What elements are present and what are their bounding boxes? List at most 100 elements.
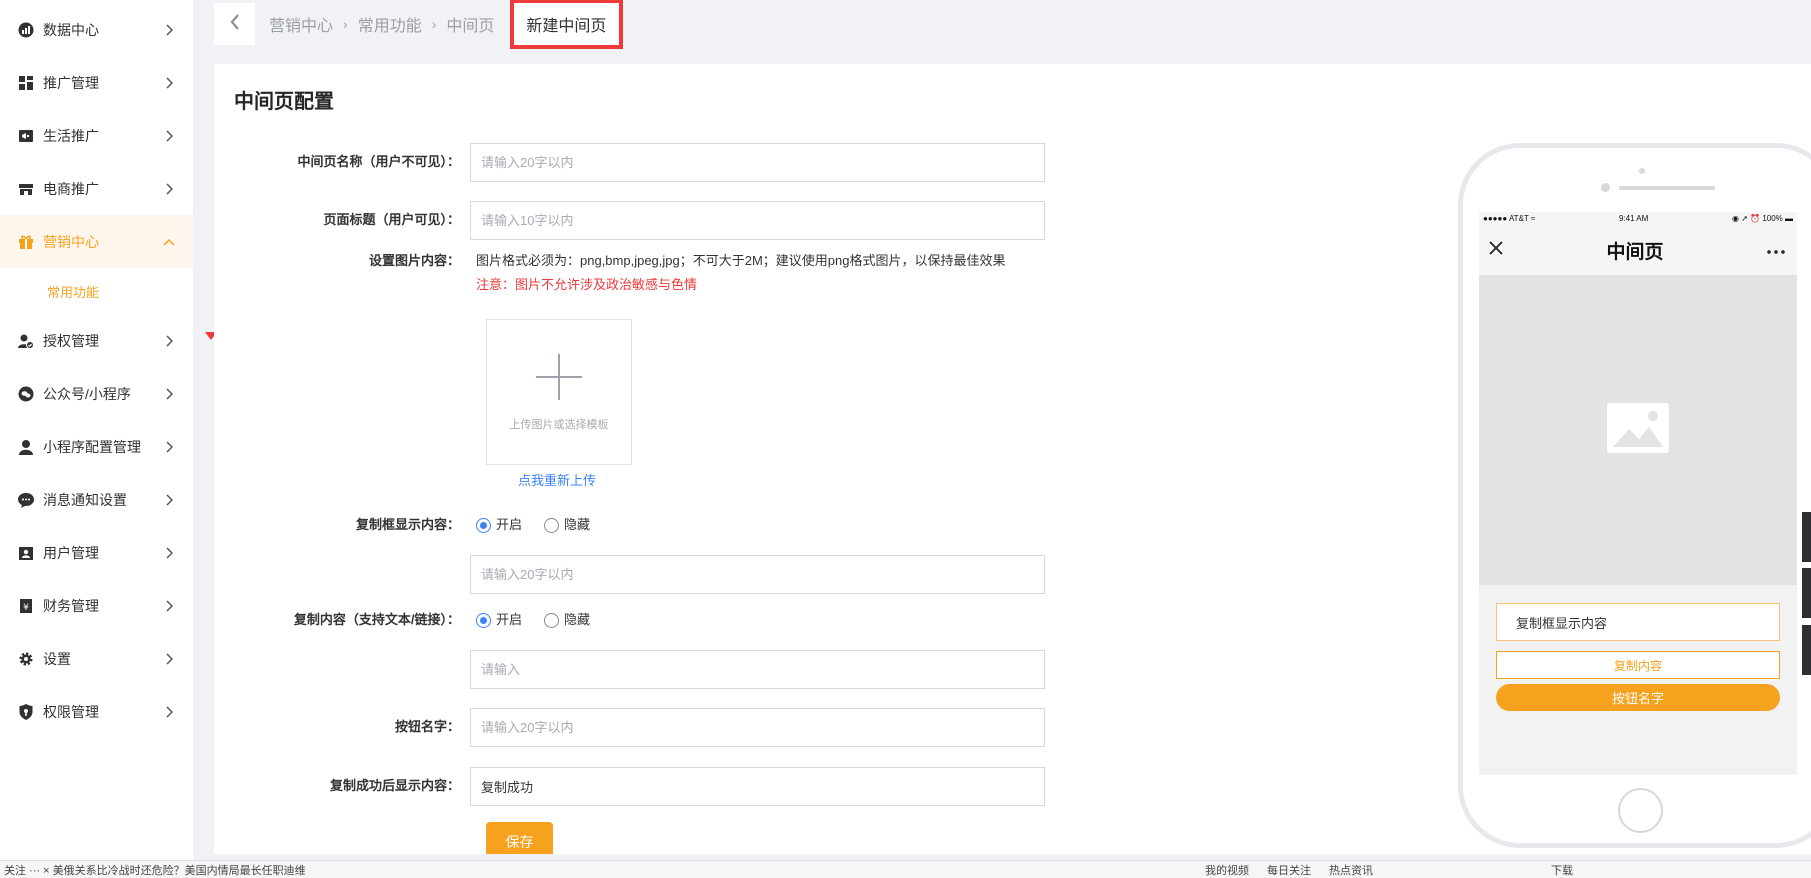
shield-icon [17, 703, 35, 721]
chevron-right-icon [163, 182, 175, 195]
chevron-right-icon [163, 440, 175, 453]
chevron-right-icon [163, 493, 175, 506]
chevron-right-icon [163, 76, 175, 89]
sidebar-item-miniprogram-config[interactable]: 小程序配置管理 [0, 420, 193, 473]
radio-label: 隐藏 [564, 612, 591, 627]
breadcrumb: 营销中心 › 常用功能 › 中间页 新建中间页 [214, 0, 624, 49]
chevron-up-icon [163, 236, 175, 248]
battery-text: ◉ ➚ ⏰ 100% ▬ [1732, 214, 1793, 223]
sidebar-item-label: 电商推广 [43, 180, 99, 197]
user-card-icon [17, 544, 35, 562]
sidebar-item-marketing[interactable]: 营销中心 [0, 215, 193, 268]
chart-pie-icon [17, 21, 35, 39]
sidebar-item-data-center[interactable]: 数据中心 [0, 3, 193, 56]
copy-on-radio[interactable]: 开启 [476, 601, 522, 639]
sidebar-item-users[interactable]: 用户管理 [0, 526, 193, 579]
success-row: 复制成功后显示内容： [214, 767, 1045, 806]
more-icon[interactable] [1767, 241, 1785, 259]
copy-input-row [214, 650, 1045, 689]
side-tab[interactable] [1802, 512, 1811, 562]
chevron-right-icon [163, 705, 175, 718]
taskbar-link[interactable]: 下载 [1551, 862, 1573, 878]
image-notes: 图片格式必须为：png,bmp,jpeg,jpg；不可大于2M；建议使用png格… [470, 249, 1006, 297]
image-format-note: 图片格式必须为：png,bmp,jpeg,jpg；不可大于2M；建议使用png格… [476, 253, 1006, 268]
sidebar-item-label: 用户管理 [43, 544, 99, 561]
radio-unchecked-icon [544, 517, 560, 533]
image-label: 设置图片内容： [368, 253, 460, 268]
chat-bubble-icon [17, 385, 35, 403]
radio-unchecked-icon [544, 612, 560, 628]
name-row: 中间页名称（用户不可见）： [214, 143, 1045, 182]
breadcrumb-trail: 营销中心 › 常用功能 › 中间页 [269, 12, 494, 36]
sidebar-item-label: 小程序配置管理 [43, 438, 141, 455]
reupload-link[interactable]: 点我重新上传 [518, 470, 596, 489]
sidebar-item-label: 数据中心 [43, 21, 99, 38]
taskbar-link[interactable]: 我的视频 [1205, 862, 1249, 878]
sidebar-item-label: 授权管理 [43, 332, 99, 349]
radio-checked-icon [476, 517, 491, 533]
wallet-icon: ¥ [17, 597, 35, 615]
breadcrumb-item[interactable]: 营销中心 [269, 12, 333, 36]
sidebar-item-label: 营销中心 [43, 233, 99, 250]
back-button[interactable] [214, 3, 255, 45]
copybox-off-radio[interactable]: 隐藏 [544, 506, 590, 544]
page-title: 中间页配置 [234, 91, 334, 113]
sidebar-item-settings[interactable]: 设置 [0, 632, 193, 685]
carrier-text: ●●●●● AT&T ≈ [1483, 214, 1536, 223]
copybox-label: 复制框显示内容： [355, 517, 460, 532]
phone-preview: ●●●●● AT&T ≈ 9:41 AM ◉ ➚ ⏰ 100% ▬ 中间页 复制… [1458, 143, 1811, 848]
message-icon [17, 491, 35, 509]
page-title-label: 页面标题（用户可见）： [323, 212, 460, 227]
side-tab[interactable] [1802, 568, 1811, 618]
copybox-on-radio[interactable]: 开启 [476, 506, 522, 544]
sidebar: 数据中心 推广管理 生活推广 电商推广 营销中心 常用功能 授权管理 公众号/小… [0, 0, 193, 860]
megaphone-icon [17, 127, 35, 145]
home-button-icon [1618, 788, 1663, 833]
image-upload-box[interactable]: 上传图片或选择模板 [486, 319, 632, 465]
chevron-right-icon [163, 334, 175, 347]
name-label: 中间页名称（用户不可见）： [297, 154, 460, 169]
breadcrumb-item[interactable]: 常用功能 [358, 12, 422, 36]
sidebar-item-notification[interactable]: 消息通知设置 [0, 473, 193, 526]
copy-content-input[interactable] [470, 650, 1045, 689]
upload-hint: 上传图片或选择模板 [509, 418, 609, 431]
speaker-grille [1619, 186, 1715, 190]
sidebar-item-label: 财务管理 [43, 597, 99, 614]
sidebar-item-life[interactable]: 生活推广 [0, 109, 193, 162]
sidebar-item-label: 公众号/小程序 [43, 385, 131, 402]
sidebar-item-permissions[interactable]: 权限管理 [0, 685, 193, 738]
sidebar-item-official-account[interactable]: 公众号/小程序 [0, 367, 193, 420]
sidebar-item-label: 消息通知设置 [43, 491, 127, 508]
sidebar-item-auth[interactable]: 授权管理 [0, 314, 193, 367]
close-icon[interactable] [1489, 240, 1503, 260]
taskbar-link[interactable]: 热点资讯 [1329, 862, 1373, 878]
breadcrumb-item[interactable]: 中间页 [446, 12, 494, 36]
camera-icon [1601, 183, 1610, 192]
preview-copybox: 复制框显示内容 [1496, 603, 1780, 641]
bottom-taskbar: 关注 ··· × 美俄关系比冷战时还危险？美国内情局最长任职迪维 我的视频 每日… [0, 860, 1811, 878]
button-name-input[interactable] [470, 708, 1045, 747]
sidebar-subitem-common[interactable]: 常用功能 [0, 268, 193, 314]
status-bar: ●●●●● AT&T ≈ 9:41 AM ◉ ➚ ⏰ 100% ▬ [1479, 212, 1797, 225]
save-button[interactable]: 保存 [486, 822, 553, 854]
copybox-radio-group: 开启 隐藏 [470, 506, 612, 544]
sidebar-item-ecommerce[interactable]: 电商推广 [0, 162, 193, 215]
sidebar-item-promotion[interactable]: 推广管理 [0, 56, 193, 109]
radio-checked-icon [476, 612, 491, 628]
gear-icon [17, 650, 35, 668]
preview-image-area [1479, 275, 1797, 585]
news-ticker[interactable]: 关注 ··· × 美俄关系比冷战时还危险？美国内情局最长任职迪维 [4, 862, 306, 878]
image-warning: 注意：图片不允许涉及政治敏感与色情 [476, 277, 698, 292]
chevron-right-icon [163, 23, 175, 36]
sidebar-item-finance[interactable]: ¥ 财务管理 [0, 579, 193, 632]
side-tab[interactable] [1802, 625, 1811, 675]
page-name-input[interactable] [470, 143, 1045, 182]
copy-off-radio[interactable]: 隐藏 [544, 601, 590, 639]
chevron-left-icon [230, 13, 240, 35]
page-title-input[interactable] [470, 201, 1045, 240]
copybox-input[interactable] [470, 555, 1045, 594]
taskbar-link[interactable]: 每日关注 [1267, 862, 1311, 878]
copy-row: 复制内容（支持文本/链接）： 开启 隐藏 [214, 601, 612, 639]
radio-label: 开启 [496, 517, 523, 532]
success-message-input[interactable] [470, 767, 1045, 806]
